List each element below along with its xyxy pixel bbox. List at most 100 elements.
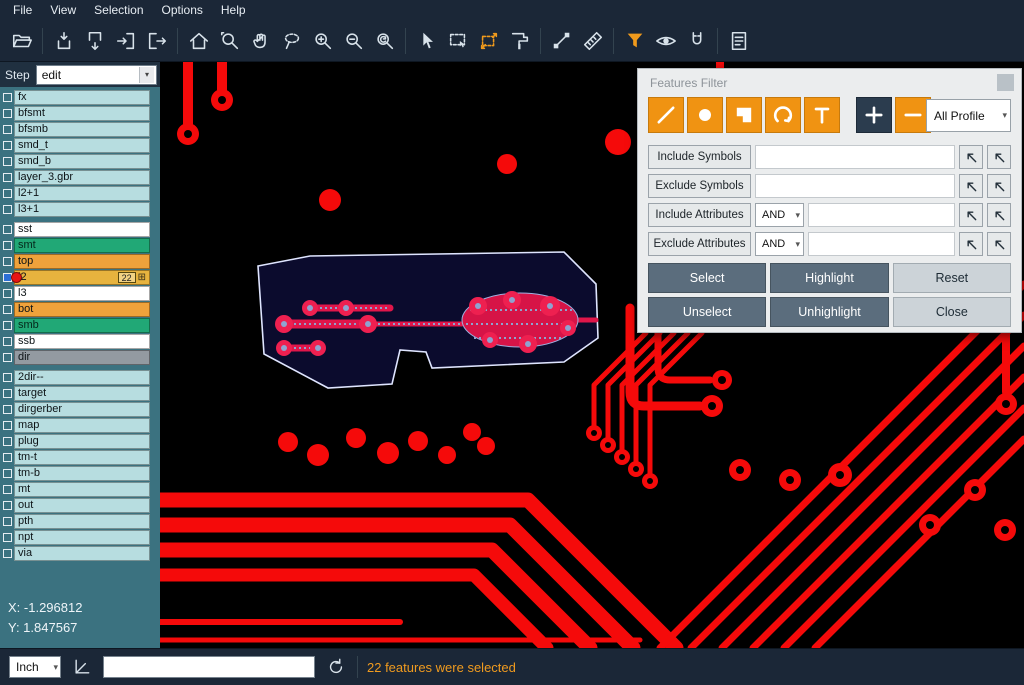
checkbox[interactable]	[3, 157, 12, 166]
layer-visibility-checkbox[interactable]	[0, 205, 14, 214]
layer-name[interactable]: layer_3.gbr	[14, 170, 150, 185]
layer-visibility-checkbox[interactable]	[0, 289, 14, 298]
checkbox[interactable]	[3, 453, 12, 462]
layer-name[interactable]: 2dir--	[14, 370, 150, 385]
unit-select[interactable]: Inch ▾	[9, 656, 61, 678]
checkbox[interactable]	[3, 469, 12, 478]
reset-button[interactable]: Reset	[893, 263, 1011, 293]
layer-name[interactable]: smd_b	[14, 154, 150, 169]
pcb-viewport[interactable]: Features Filter All Profile ▾ Include Sy…	[160, 62, 1024, 648]
pan-hand-icon[interactable]	[245, 25, 276, 56]
pick-from-canvas-arrow-button[interactable]	[987, 203, 1011, 227]
refresh-icon[interactable]	[324, 655, 348, 679]
checkbox[interactable]	[3, 205, 12, 214]
close-button[interactable]: Close	[893, 297, 1011, 327]
layer-name[interactable]: sst	[14, 222, 150, 237]
zoom-in-icon[interactable]	[307, 25, 338, 56]
layer-visibility-checkbox[interactable]	[0, 257, 14, 266]
pad-tool-button[interactable]	[687, 97, 723, 133]
pointer-icon[interactable]	[411, 25, 442, 56]
chevron-down-icon[interactable]: ▾	[1002, 110, 1007, 121]
unselect-button[interactable]: Unselect	[648, 297, 766, 327]
checkbox[interactable]	[3, 437, 12, 446]
pick-from-canvas-arrow-button[interactable]	[959, 145, 983, 169]
include-symbols-input[interactable]	[755, 145, 955, 169]
layer-name[interactable]: smb	[14, 318, 150, 333]
exclude-attributes-button[interactable]: Exclude Attributes	[648, 232, 751, 256]
pick-from-canvas-arrow-button[interactable]	[959, 232, 983, 256]
plus-tool-button[interactable]	[856, 97, 892, 133]
highlight-button[interactable]: Highlight	[770, 263, 888, 293]
layer-name[interactable]: pth	[14, 514, 150, 529]
layer-name[interactable]: l3+1	[14, 202, 150, 217]
layer-visibility-checkbox[interactable]	[0, 109, 14, 118]
unhighlight-button[interactable]: Unhighlight	[770, 297, 888, 327]
layer-name[interactable]: top	[14, 254, 150, 269]
layer-name[interactable]: fx	[14, 90, 150, 105]
layer-visibility-checkbox[interactable]	[0, 373, 14, 382]
export-right-icon[interactable]	[141, 25, 172, 56]
pick-from-canvas-arrow-button[interactable]	[959, 203, 983, 227]
layer-name[interactable]: tm-t	[14, 450, 150, 465]
home-icon[interactable]	[183, 25, 214, 56]
include-attributes-input[interactable]	[808, 203, 955, 227]
checkbox[interactable]	[3, 93, 12, 102]
checkbox[interactable]	[3, 517, 12, 526]
layer-visibility-checkbox[interactable]	[0, 241, 14, 250]
checkbox[interactable]	[3, 421, 12, 430]
layer-visibility-checkbox[interactable]	[0, 533, 14, 542]
checkbox[interactable]	[3, 353, 12, 362]
checkbox[interactable]	[3, 125, 12, 134]
import-left-icon[interactable]	[110, 25, 141, 56]
layer-name[interactable]: npt	[14, 530, 150, 545]
exclude-symbols-input[interactable]	[755, 174, 955, 198]
checkbox[interactable]	[3, 141, 12, 150]
layer-visibility-checkbox[interactable]	[0, 485, 14, 494]
layer-name[interactable]: ssb	[14, 334, 150, 349]
layer-visibility-checkbox[interactable]	[0, 157, 14, 166]
pick-from-canvas-arrow-button[interactable]	[987, 232, 1011, 256]
layer-visibility-checkbox[interactable]	[0, 337, 14, 346]
checkbox[interactable]	[3, 257, 12, 266]
layer-visibility-checkbox[interactable]	[0, 421, 14, 430]
layer-name[interactable]: smt	[14, 238, 150, 253]
menu-options[interactable]: Options	[153, 2, 212, 18]
layer-visibility-checkbox[interactable]	[0, 305, 14, 314]
menu-help[interactable]: Help	[212, 2, 255, 18]
node-line-icon[interactable]	[546, 25, 577, 56]
profile-select[interactable]: All Profile ▾	[926, 99, 1011, 132]
checkbox[interactable]	[3, 289, 12, 298]
checkbox[interactable]	[3, 337, 12, 346]
layer-visibility-checkbox[interactable]	[0, 405, 14, 414]
menu-view[interactable]: View	[41, 2, 85, 18]
pick-from-canvas-arrow-button[interactable]	[959, 174, 983, 198]
layer-name[interactable]: l3	[14, 286, 150, 301]
rect-select-icon[interactable]	[442, 25, 473, 56]
select-button[interactable]: Select	[648, 263, 766, 293]
load-top-icon[interactable]	[48, 25, 79, 56]
open-folder-icon[interactable]	[6, 25, 37, 56]
transform-select-icon[interactable]	[473, 25, 504, 56]
layer-name[interactable]: target	[14, 386, 150, 401]
layer-name[interactable]: smd_t	[14, 138, 150, 153]
chevron-down-icon[interactable]: ▾	[53, 662, 58, 673]
layer-visibility-checkbox[interactable]	[0, 501, 14, 510]
checkbox[interactable]	[3, 373, 12, 382]
layer-name[interactable]: dirgerber	[14, 402, 150, 417]
layer-name[interactable]: plug	[14, 434, 150, 449]
exclude-attributes-input[interactable]	[808, 232, 955, 256]
checkbox[interactable]	[3, 173, 12, 182]
text-tool-button[interactable]	[804, 97, 840, 133]
checkbox[interactable]	[3, 305, 12, 314]
layer-visibility-checkbox[interactable]	[0, 437, 14, 446]
include-symbols-button[interactable]: Include Symbols	[648, 145, 751, 169]
layer-visibility-checkbox[interactable]	[0, 469, 14, 478]
zoom-out-icon[interactable]	[338, 25, 369, 56]
layer-visibility-checkbox[interactable]	[0, 453, 14, 462]
layer-visibility-checkbox[interactable]	[0, 141, 14, 150]
checkbox[interactable]	[3, 549, 12, 558]
ruler-icon[interactable]	[577, 25, 608, 56]
operator-select[interactable]: AND▾	[755, 232, 804, 256]
layer-visibility-checkbox[interactable]	[0, 389, 14, 398]
line-tool-button[interactable]	[648, 97, 684, 133]
